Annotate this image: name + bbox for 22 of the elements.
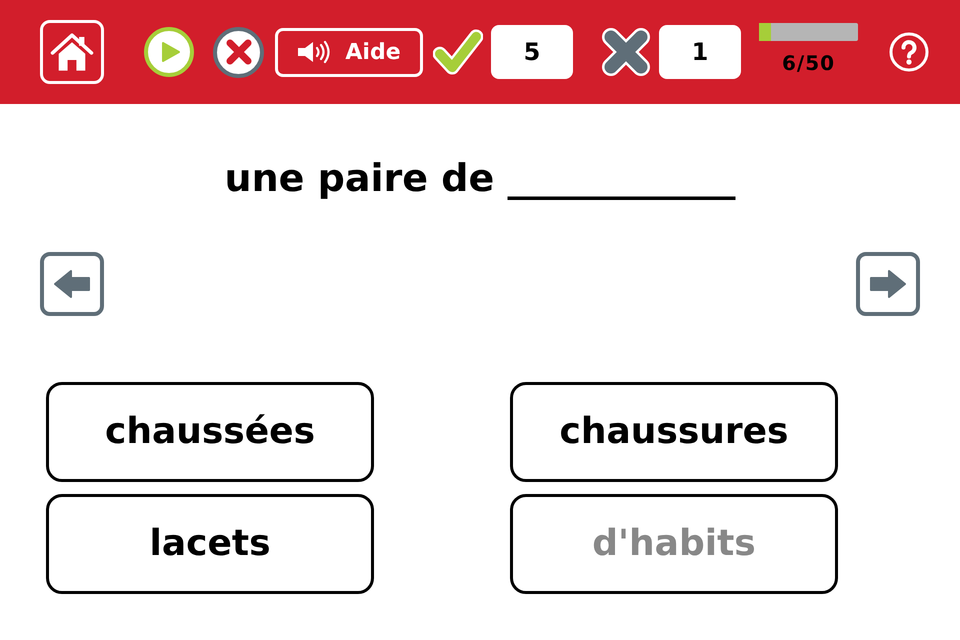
progress-label: 6/50: [782, 51, 836, 75]
play-button[interactable]: [144, 27, 194, 77]
close-button[interactable]: [213, 26, 264, 78]
correct-count: 5: [491, 25, 573, 79]
answer-button[interactable]: chaussées: [46, 382, 374, 482]
help-icon: [889, 32, 929, 72]
home-button[interactable]: [40, 20, 104, 84]
play-icon: [161, 41, 181, 63]
wrong-count: 1: [659, 25, 741, 79]
speaker-icon: [297, 40, 332, 64]
previous-button[interactable]: [40, 252, 104, 316]
answer-button[interactable]: chaussures: [510, 382, 838, 482]
help-button[interactable]: [889, 32, 929, 72]
aide-button[interactable]: Aide: [275, 28, 423, 76]
arrow-left-icon: [52, 268, 92, 300]
answer-button[interactable]: lacets: [46, 494, 374, 594]
question-text: une paire de ____________: [224, 155, 736, 201]
cross-icon: [601, 27, 651, 77]
close-icon: [226, 39, 252, 65]
check-icon: [433, 29, 483, 75]
next-button[interactable]: [856, 252, 920, 316]
arrow-right-icon: [868, 268, 908, 300]
